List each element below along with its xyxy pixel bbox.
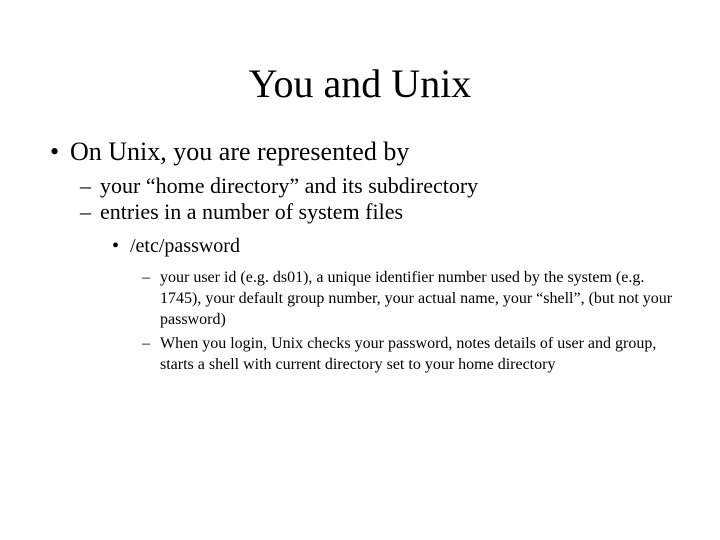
bullet-item: /etc/password your user id (e.g. ds01), … [130,235,680,376]
bullet-item: On Unix, you are represented by your “ho… [70,137,680,376]
bullet-text: entries in a number of system files [100,199,403,224]
bullet-list-level-2: your “home directory” and its subdirecto… [70,173,680,376]
bullet-item: When you login, Unix checks your passwor… [160,334,680,376]
bullet-item: your user id (e.g. ds01), a unique ident… [160,268,680,330]
bullet-text: your user id (e.g. ds01), a unique ident… [160,269,672,328]
bullet-item: your “home directory” and its subdirecto… [100,173,680,199]
bullet-text: When you login, Unix checks your passwor… [160,335,656,373]
bullet-text: On Unix, you are represented by [70,137,409,166]
bullet-list-level-4: your user id (e.g. ds01), a unique ident… [130,268,680,376]
bullet-text: your “home directory” and its subdirecto… [100,173,478,198]
bullet-text: /etc/password [130,235,240,257]
bullet-list-level-1: On Unix, you are represented by your “ho… [40,137,680,376]
bullet-list-level-3: /etc/password your user id (e.g. ds01), … [100,235,680,376]
bullet-item: entries in a number of system files /etc… [100,199,680,376]
slide-title: You and Unix [40,60,680,107]
